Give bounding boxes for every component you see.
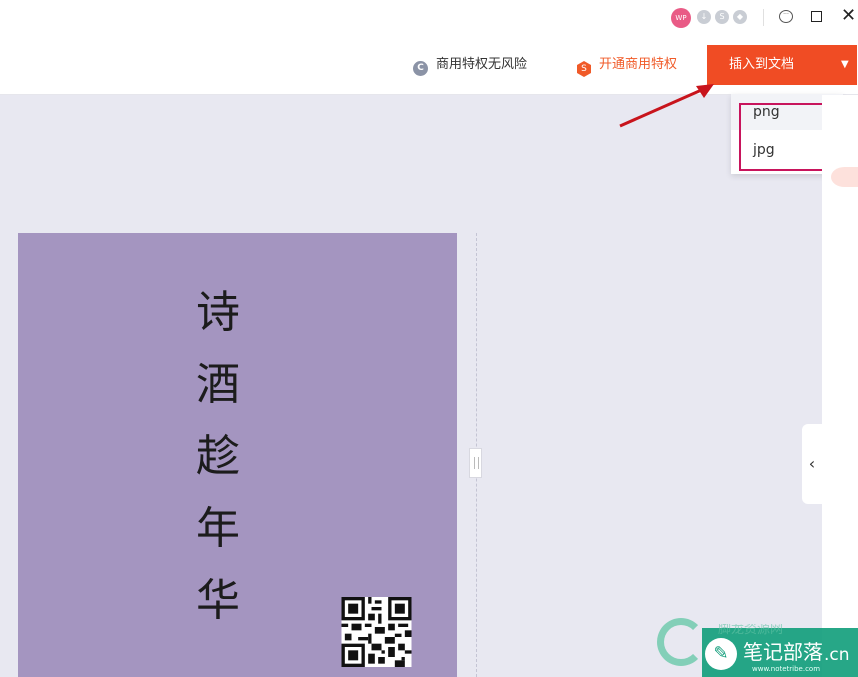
watermark-domain: .cn <box>824 645 850 665</box>
poster-char-2: 酒 <box>196 359 240 410</box>
s-coin-icon[interactable]: S <box>715 10 729 24</box>
poster-canvas[interactable]: 诗 酒 趁 年 华 <box>18 233 457 677</box>
qr-code-icon <box>341 597 412 667</box>
poster-char-3: 趁 <box>196 431 240 482</box>
title-bar: WP ↓ S ◆ ··· ✕ <box>0 0 858 36</box>
watermark-site: www.notetribe.com <box>752 665 821 673</box>
panel-badge <box>831 167 858 187</box>
titlebar-divider <box>763 9 764 26</box>
annotation-arrow-icon <box>619 84 714 128</box>
pencil-icon: ✎ <box>705 638 737 670</box>
watermark-brand: 笔记部落 <box>743 640 823 664</box>
insert-to-document-button[interactable]: 插入到文档 ▼ <box>707 45 857 85</box>
maximize-icon[interactable] <box>811 11 822 22</box>
open-commercial-label: 开通商用特权 <box>599 57 678 72</box>
close-icon[interactable]: ✕ <box>841 5 856 27</box>
shield-icon[interactable]: ◆ <box>733 10 747 24</box>
commercial-no-risk-link[interactable]: C 商用特权无风险 <box>413 56 527 76</box>
chat-icon[interactable]: ··· <box>779 10 793 23</box>
collapse-panel-button[interactable]: ‹ <box>802 424 822 504</box>
commercial-c-icon: C <box>413 61 428 76</box>
chevron-left-icon: ‹ <box>808 454 816 473</box>
poster-char-4: 年 <box>196 503 240 554</box>
chevron-down-icon[interactable]: ▼ <box>841 57 849 73</box>
watermark-faded-text: 脚龙资源网 <box>718 624 784 636</box>
download-icon[interactable]: ↓ <box>697 10 711 24</box>
open-commercial-link[interactable]: S 开通商用特权 <box>577 56 677 77</box>
insert-to-document-label: 插入到文档 <box>729 57 795 72</box>
poster-char-5: 华 <box>196 575 240 626</box>
resize-handle[interactable] <box>469 448 482 478</box>
watermark-logo-ring <box>657 618 705 666</box>
commercial-no-risk-label: 商用特权无风险 <box>436 57 528 72</box>
commercial-s-icon: S <box>577 61 591 77</box>
poster-char-1: 诗 <box>196 287 240 338</box>
user-avatar[interactable]: WP <box>671 8 691 28</box>
